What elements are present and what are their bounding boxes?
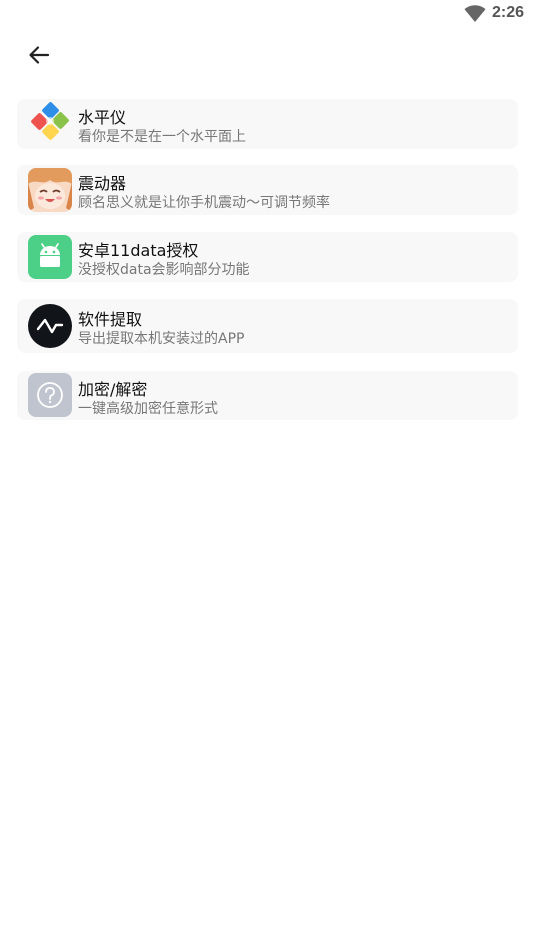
android-icon [28,235,72,279]
arrow-left-icon [29,46,50,64]
question-icon [28,373,72,417]
pulse-icon [28,304,72,348]
anime-avatar-icon [28,168,72,212]
puzzle-icon [28,102,72,146]
item-title: 水平仪 [78,108,127,127]
list-item-level[interactable]: 水平仪 看你是不是在一个水平面上 [17,99,518,149]
item-subtitle: 导出提取本机安装过的APP [78,331,245,347]
item-title: 软件提取 [78,310,143,329]
item-title: 震动器 [78,174,127,193]
wifi-icon [464,5,486,23]
item-subtitle: 顾名思义就是让你手机震动～可调节频率 [78,195,330,211]
item-title: 安卓11data授权 [78,241,199,260]
list-item-vibrator[interactable]: 震动器 顾名思义就是让你手机震动～可调节频率 [17,165,518,215]
status-bar: 2:26 [0,0,534,30]
list-item-app-extract[interactable]: 软件提取 导出提取本机安装过的APP [17,299,518,353]
item-subtitle: 没授权data会影响部分功能 [78,262,250,278]
item-subtitle: 一键高级加密任意形式 [78,401,218,417]
item-title: 加密/解密 [78,380,148,399]
status-time: 2:26 [491,4,524,21]
back-button[interactable] [24,40,54,70]
list-item-android-data[interactable]: 安卓11data授权 没授权data会影响部分功能 [17,232,518,282]
item-subtitle: 看你是不是在一个水平面上 [78,129,246,145]
list-item-encrypt-decrypt[interactable]: 加密/解密 一键高级加密任意形式 [17,371,518,420]
